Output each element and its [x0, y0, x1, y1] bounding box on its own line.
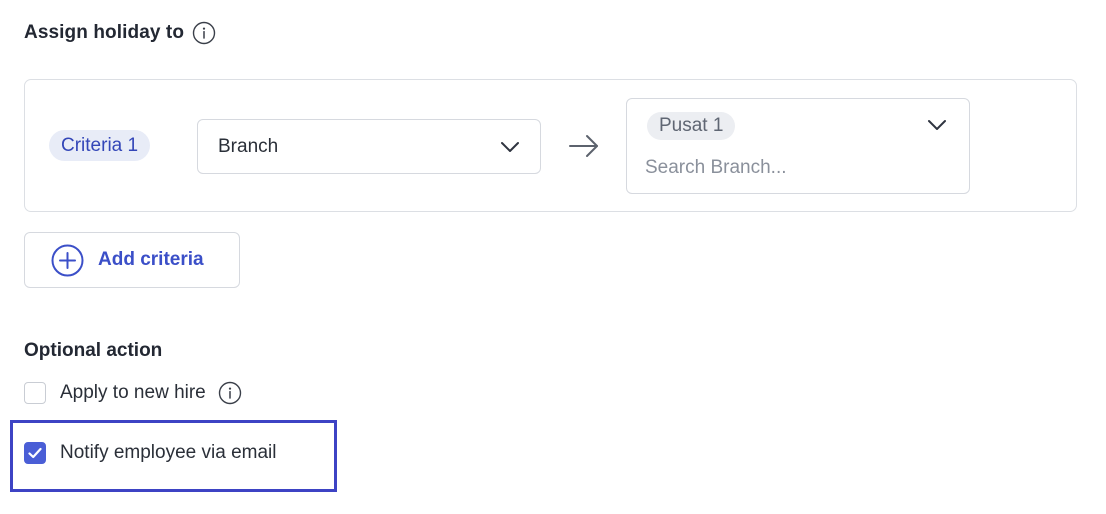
notify-email-label: Notify employee via email	[60, 442, 277, 463]
assign-holiday-title: Assign holiday to	[24, 22, 185, 43]
apply-new-hire-option[interactable]: Apply to new hire	[24, 381, 242, 405]
criteria-tag: Criteria 1	[49, 130, 151, 161]
apply-new-hire-checkbox[interactable]	[24, 382, 46, 404]
plus-circle-icon	[51, 244, 84, 276]
notify-email-option[interactable]: Notify employee via email	[24, 442, 276, 464]
chevron-down-icon[interactable]	[927, 117, 947, 133]
assign-holiday-title-row: Assign holiday to	[24, 21, 216, 45]
checkmark-icon	[28, 447, 42, 459]
selected-branch-chip[interactable]: Pusat 1	[647, 112, 736, 140]
add-criteria-label: Add criteria	[98, 249, 204, 270]
add-criteria-button[interactable]: Add criteria	[24, 232, 240, 288]
chevron-down-icon	[501, 141, 519, 152]
info-icon[interactable]	[218, 381, 242, 405]
info-icon[interactable]	[192, 21, 216, 45]
criteria-field-select[interactable]: Branch	[197, 119, 541, 174]
criteria-field-value: Branch	[218, 135, 279, 157]
notify-email-checkbox[interactable]	[24, 442, 46, 464]
branch-multi-select[interactable]: Pusat 1	[626, 98, 970, 194]
search-branch-input[interactable]	[645, 154, 935, 182]
optional-action-title: Optional action	[24, 340, 163, 361]
arrow-right-icon	[569, 135, 598, 157]
apply-new-hire-label: Apply to new hire	[60, 382, 206, 403]
